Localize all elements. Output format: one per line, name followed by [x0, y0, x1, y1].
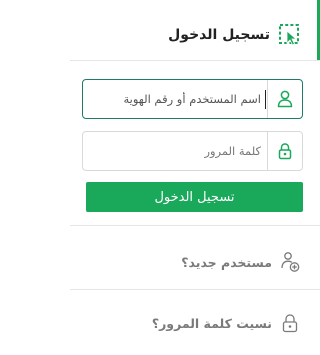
username-icon-box	[267, 80, 302, 118]
page-title: تسجيل الدخول	[168, 27, 270, 43]
cursor-select-icon	[279, 24, 299, 46]
lock-icon	[282, 314, 298, 333]
username-field[interactable]	[82, 79, 303, 119]
username-input[interactable]	[83, 80, 267, 118]
divider	[70, 289, 320, 290]
password-field[interactable]	[82, 131, 303, 171]
lock-icon	[278, 143, 292, 160]
login-panel: تسجيل الدخول تسجيل الدخول	[70, 0, 320, 355]
divider	[70, 60, 320, 61]
forgot-password-link[interactable]: نسيت كلمة المرور؟	[70, 311, 300, 335]
text-caret	[265, 90, 266, 109]
user-icon	[277, 90, 293, 108]
login-header: تسجيل الدخول	[70, 19, 302, 51]
new-user-label: مستخدم جديد؟	[181, 254, 272, 270]
divider	[70, 225, 320, 226]
forgot-password-label: نسيت كلمة المرور؟	[151, 315, 272, 331]
password-input[interactable]	[83, 132, 267, 170]
new-user-link[interactable]: مستخدم جديد؟	[70, 250, 300, 274]
password-icon-box	[267, 132, 302, 170]
login-button[interactable]: تسجيل الدخول	[86, 182, 303, 212]
add-user-icon	[281, 252, 300, 272]
